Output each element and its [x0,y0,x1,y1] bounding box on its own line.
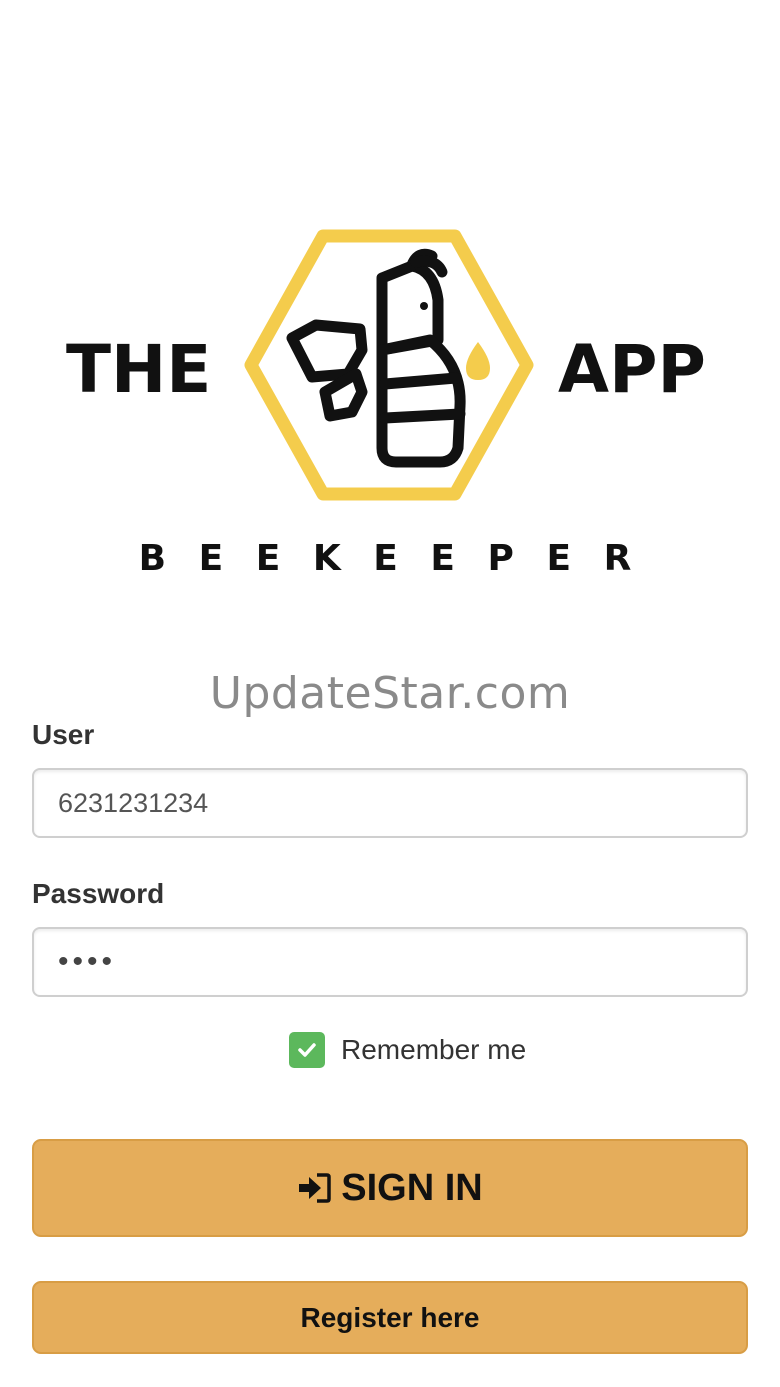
user-label: User [32,719,95,750]
bee-hexagon-icon [244,229,534,501]
watermark-text: UpdateStar.com [209,668,571,719]
sign-in-icon [297,1173,332,1203]
password-input[interactable]: •••• [32,927,748,997]
sign-in-label: SIGN IN [341,1166,483,1209]
logo-right-text: APP [558,331,706,408]
password-input-value: •••• [58,945,117,978]
remember-me-label: Remember me [341,1034,527,1065]
remember-me-checkbox[interactable]: Remember me [289,1032,526,1068]
sign-in-button[interactable]: SIGN IN [32,1139,748,1237]
app-logo: THE APP B E E K E E P E R [0,0,780,620]
logo-left-text: THE [66,331,211,408]
register-button[interactable]: Register here [32,1281,748,1354]
password-label: Password [32,878,165,909]
user-input-value: 6231231234 [58,787,209,818]
logo-graphic: THE APP B E E K E E P E R [66,229,706,579]
logo-subtitle: B E E K E E P E R [139,538,642,579]
user-input[interactable]: 6231231234 [32,768,748,838]
checkbox-checked-icon[interactable] [289,1032,325,1068]
register-label: Register here [300,1301,480,1333]
